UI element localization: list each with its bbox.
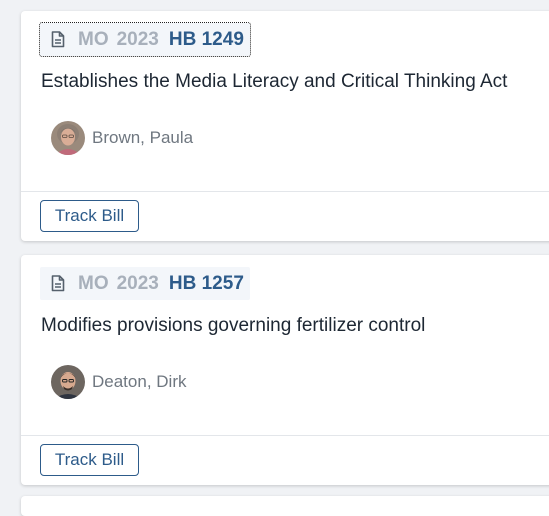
bill-card: MO 2023 HB 1257 Modifies provisions gove… [21,255,549,485]
sponsor: Brown, Paula [51,121,193,155]
bill-card: MO 2023 HB 1249 Establishes the Media Li… [21,11,549,241]
bill-number[interactable]: HB 1249 [169,29,244,51]
track-bill-button[interactable]: Track Bill [40,200,139,232]
bill-identifier[interactable]: MO 2023 HB 1249 [39,22,251,57]
document-icon [48,30,68,50]
bill-title[interactable]: Establishes the Media Literacy and Criti… [41,71,507,93]
sponsor-name[interactable]: Deaton, Dirk [92,372,186,392]
bill-identifier[interactable]: MO 2023 HB 1257 [40,267,250,300]
card-divider [21,435,549,436]
bill-card [21,496,549,516]
sponsor: Deaton, Dirk [51,365,186,399]
bill-number[interactable]: HB 1257 [169,273,244,295]
document-icon [48,274,68,294]
bill-year: 2023 [116,28,159,50]
sponsor-name[interactable]: Brown, Paula [92,128,193,148]
sponsor-avatar [51,121,85,155]
bill-state: MO [78,272,109,294]
bill-state: MO [78,28,109,50]
bill-title[interactable]: Modifies provisions governing fertilizer… [41,315,425,337]
sponsor-avatar [51,365,85,399]
card-divider [21,191,549,192]
track-bill-button[interactable]: Track Bill [40,444,139,476]
bill-year: 2023 [116,272,159,294]
